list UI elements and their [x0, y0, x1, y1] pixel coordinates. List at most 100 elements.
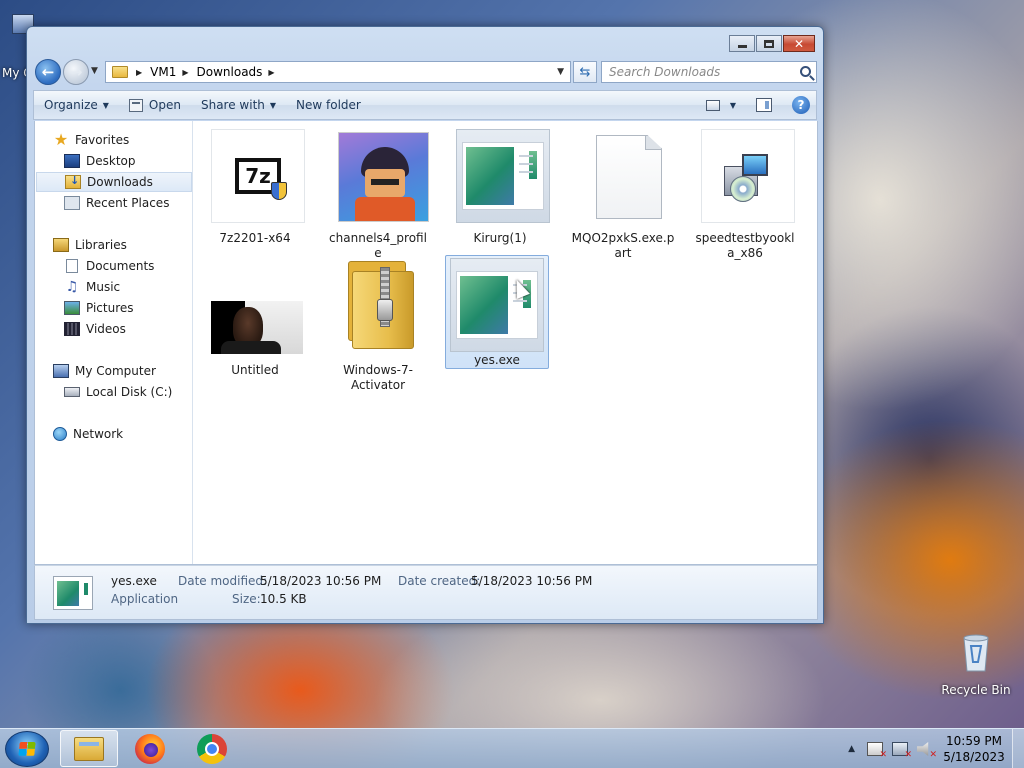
desktop-recycle-bin[interactable]: Recycle Bin	[940, 632, 1012, 702]
nav-my-computer[interactable]: My Computer	[35, 361, 193, 381]
desktop-icon	[64, 154, 80, 168]
documents-icon	[66, 259, 78, 273]
window-caption-buttons: ✕	[729, 35, 815, 52]
file-item[interactable]: Windows-7-Activator	[326, 261, 430, 392]
help-icon[interactable]: ?	[792, 96, 810, 114]
minimize-button[interactable]	[729, 35, 755, 52]
nav-music[interactable]: ♫ Music	[35, 277, 193, 297]
details-file-name: yes.exe	[111, 574, 157, 588]
nav-libraries[interactable]: Libraries	[35, 235, 193, 255]
organize-label: Organize	[44, 98, 98, 112]
nav-favorites[interactable]: ★ Favorites	[53, 130, 211, 150]
chevron-down-icon: ▼	[269, 100, 277, 110]
windows-logo-icon	[18, 742, 36, 756]
file-name: Untitled	[231, 363, 279, 377]
image-thumbnail	[338, 132, 429, 222]
address-bar[interactable]: ▶ VM1 ▶ Downloads ▶ ▼	[105, 61, 571, 83]
7zip-logo: 7z	[235, 158, 287, 200]
maximize-button[interactable]	[756, 35, 782, 52]
refresh-button[interactable]: ⇆	[573, 61, 597, 83]
details-created-value: 5/18/2023 10:56 PM	[471, 574, 593, 588]
clock-time: 10:59 PM	[946, 734, 1002, 748]
file-item[interactable]: Untitled	[203, 261, 307, 377]
nav-desktop-label: Desktop	[86, 154, 136, 168]
file-item[interactable]: Kirurg(1)	[448, 129, 552, 245]
window-preview-line	[519, 155, 533, 157]
change-view-icon[interactable]	[705, 99, 720, 111]
breadcrumb-downloads[interactable]: Downloads	[197, 65, 263, 79]
chevron-down-icon: ▼	[102, 100, 109, 110]
back-button[interactable]: ←	[35, 59, 61, 85]
nav-network[interactable]: Network	[35, 424, 193, 444]
photo-subject-shoulders	[221, 341, 281, 354]
taskbar-explorer-button[interactable]	[60, 730, 118, 767]
share-with-label: Share with	[200, 98, 265, 112]
open-label: Open	[148, 98, 181, 112]
forward-button[interactable]: →	[63, 59, 89, 85]
navigation-bar: ← → ▼ ▶ VM1 ▶ Downloads ▶ ▼ ⇆	[33, 57, 817, 87]
taskbar-chrome-button[interactable]	[183, 730, 241, 767]
taskbar: ▲ ✕ 10:59 PM 5/18/2023	[0, 728, 1024, 768]
nav-local-disk[interactable]: Local Disk (C:)	[35, 382, 193, 402]
file-item[interactable]: MQO2pxkS.exe.part	[571, 129, 675, 260]
new-folder-button[interactable]: New folder	[286, 91, 371, 119]
show-hidden-icons-button[interactable]: ▲	[848, 744, 855, 754]
minimize-icon	[737, 44, 747, 48]
start-button[interactable]	[5, 731, 49, 767]
breadcrumb-vm1[interactable]: VM1	[150, 65, 176, 79]
file-item[interactable]: channels4_profile	[326, 129, 430, 260]
details-file-type: Application	[111, 592, 179, 606]
application-window-icon	[456, 129, 550, 223]
view-options-dropdown[interactable]: ▼	[730, 101, 736, 110]
application-window-icon	[450, 258, 544, 352]
details-size-value: 10.5 KB	[260, 592, 307, 606]
details-created-label: Date created:	[398, 574, 481, 588]
preview-pane-icon[interactable]	[756, 98, 772, 112]
explorer-icon	[74, 736, 104, 761]
breadcrumb-separator-icon[interactable]: ▶	[268, 68, 274, 77]
nav-desktop[interactable]: Desktop	[35, 151, 193, 171]
file-item-selected[interactable]: yes.exe	[445, 255, 549, 369]
uac-shield-icon	[271, 182, 287, 200]
window-preview-image	[57, 581, 79, 606]
show-desktop-button[interactable]	[1012, 729, 1024, 768]
address-history-dropdown[interactable]: ▼	[557, 67, 564, 77]
chrome-icon	[197, 733, 227, 764]
window-preview	[462, 142, 544, 210]
breadcrumb-separator-icon[interactable]: ▶	[136, 68, 142, 77]
network-icon	[53, 427, 67, 441]
image-thumbnail	[211, 301, 303, 354]
videos-icon	[64, 322, 80, 336]
recent-pages-dropdown[interactable]: ▼	[91, 66, 98, 76]
nav-pictures[interactable]: Pictures	[35, 298, 193, 318]
open-button[interactable]: Open	[119, 91, 191, 119]
volume-muted-icon[interactable]: ✕	[917, 742, 937, 760]
taskbar-firefox-button[interactable]	[121, 730, 179, 767]
details-pane: yes.exe Application Date modified: 5/18/…	[34, 565, 818, 620]
network-status-icon[interactable]	[892, 742, 912, 760]
file-item[interactable]: 7z 7z2201-x64	[203, 129, 307, 245]
share-with-button[interactable]: Share with ▼	[191, 91, 286, 119]
clock-date: 5/18/2023	[943, 750, 1005, 764]
details-size-label: Size:	[232, 592, 261, 606]
zip-pull-tab	[377, 299, 393, 321]
mute-x-icon: ✕	[929, 750, 937, 760]
nav-downloads[interactable]: Downloads	[36, 172, 192, 192]
action-center-icon[interactable]	[867, 742, 887, 760]
nav-network-label: Network	[73, 427, 124, 441]
explorer-body: ★ Favorites Desktop Downloads Recent Plac…	[34, 121, 818, 565]
breadcrumb-separator-icon[interactable]: ▶	[182, 68, 188, 77]
file-name: 7z2201-x64	[219, 231, 291, 245]
system-clock[interactable]: 10:59 PM 5/18/2023	[942, 733, 1006, 765]
close-button[interactable]: ✕	[783, 35, 815, 52]
search-box[interactable]	[601, 61, 817, 83]
window-preview-sidebar	[84, 583, 88, 595]
organize-button[interactable]: Organize ▼	[34, 91, 119, 119]
nav-documents[interactable]: Documents	[35, 256, 193, 276]
nav-videos[interactable]: Videos	[35, 319, 193, 339]
search-icon[interactable]	[800, 66, 811, 77]
search-input[interactable]	[609, 65, 789, 79]
nav-recent-places[interactable]: Recent Places	[35, 193, 193, 213]
command-bar: Organize ▼ Open Share with ▼ New folder ▼ …	[33, 90, 817, 120]
file-item[interactable]: speedtestbyookla_x86	[693, 129, 797, 260]
